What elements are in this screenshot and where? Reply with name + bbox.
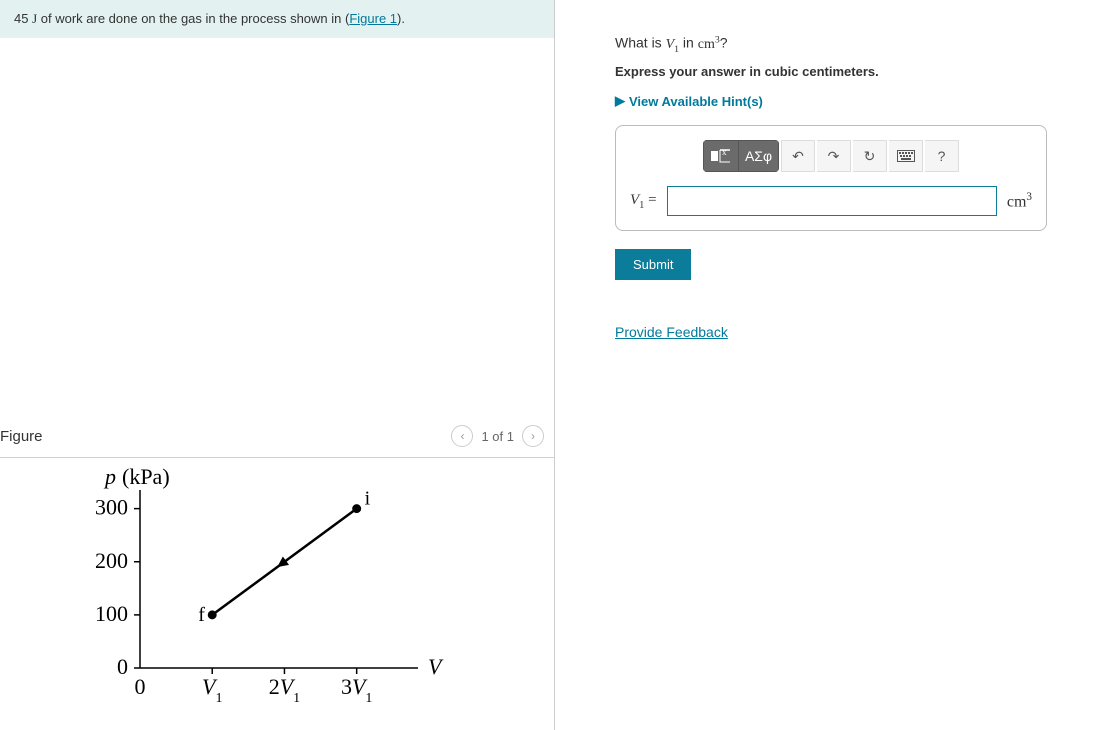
keyboard-icon <box>897 150 915 162</box>
svg-text:3V1: 3V1 <box>341 674 372 706</box>
caret-right-icon: ▶ <box>615 93 625 109</box>
prompt-unit: cm3 <box>698 37 720 52</box>
right-pane: What is V1 in cm3? Express your answer i… <box>555 0 1110 730</box>
svg-text:i: i <box>365 488 371 510</box>
pv-chart: 0 100 200 300 0 V1 2V1 3V1 Vp (kPa) f i <box>60 468 470 718</box>
problem-suffix: ). <box>397 11 405 26</box>
svg-text:p: p <box>103 468 116 489</box>
provide-feedback-link[interactable]: Provide Feedback <box>615 324 728 340</box>
answer-input[interactable] <box>667 186 997 216</box>
hint-label: View Available Hint(s) <box>629 94 763 109</box>
figure-next-button[interactable]: › <box>522 425 544 447</box>
svg-text:V1: V1 <box>202 674 222 706</box>
prompt-pre: What is <box>615 35 666 51</box>
answer-unit: cm3 <box>1007 191 1032 211</box>
prompt-var: V1 <box>666 37 679 52</box>
svg-text:0: 0 <box>117 654 128 679</box>
svg-text:x: x <box>722 147 727 157</box>
view-hints-toggle[interactable]: ▶ View Available Hint(s) <box>615 93 1080 109</box>
templates-icon: x <box>710 147 732 165</box>
answer-box: x ΑΣφ ↶ ↷ ↻ <box>615 125 1047 231</box>
figure-header: Figure ‹ 1 of 1 › <box>0 423 554 458</box>
equation-toolbar: x ΑΣφ ↶ ↷ ↻ <box>630 140 1032 172</box>
left-pane: 45 J of work are done on the gas in the … <box>0 0 555 730</box>
figure-link[interactable]: Figure 1 <box>349 11 397 26</box>
submit-button[interactable]: Submit <box>615 249 691 280</box>
svg-text:2V1: 2V1 <box>269 674 300 706</box>
figure-nav-text: 1 of 1 <box>481 429 514 444</box>
prompt-post: ? <box>720 35 728 51</box>
redo-button[interactable]: ↷ <box>817 140 851 172</box>
question-instruction: Express your answer in cubic centimeters… <box>615 64 1080 79</box>
left-spacer <box>0 38 554 423</box>
svg-text:200: 200 <box>95 548 128 573</box>
figure-prev-button[interactable]: ‹ <box>451 425 473 447</box>
undo-button[interactable]: ↶ <box>781 140 815 172</box>
question-block: What is V1 in cm3? Express your answer i… <box>615 34 1080 280</box>
help-button[interactable]: ? <box>925 140 959 172</box>
figure-nav: ‹ 1 of 1 › <box>451 425 544 447</box>
figure-title: Figure <box>0 428 43 445</box>
keyboard-button[interactable] <box>889 140 923 172</box>
svg-text:V: V <box>428 654 444 679</box>
figure-body[interactable]: 0 100 200 300 0 V1 2V1 3V1 Vp (kPa) f i <box>0 458 554 730</box>
question-prompt: What is V1 in cm3? <box>615 34 1080 54</box>
svg-text:(kPa): (kPa) <box>122 468 170 489</box>
problem-statement: 45 J of work are done on the gas in the … <box>0 0 554 38</box>
reset-button[interactable]: ↻ <box>853 140 887 172</box>
templates-button[interactable]: x <box>703 140 739 172</box>
prompt-mid: in <box>679 35 698 51</box>
answer-row: V1 = cm3 <box>630 186 1032 216</box>
svg-text:100: 100 <box>95 601 128 626</box>
problem-prefix: 45 <box>14 11 32 26</box>
problem-mid: of work are done on the gas in the proce… <box>37 11 349 26</box>
svg-text:300: 300 <box>95 495 128 520</box>
svg-text:0: 0 <box>135 674 146 699</box>
greek-letters-button[interactable]: ΑΣφ <box>739 140 779 172</box>
svg-text:f: f <box>198 604 205 626</box>
answer-lhs: V1 = <box>630 192 657 211</box>
